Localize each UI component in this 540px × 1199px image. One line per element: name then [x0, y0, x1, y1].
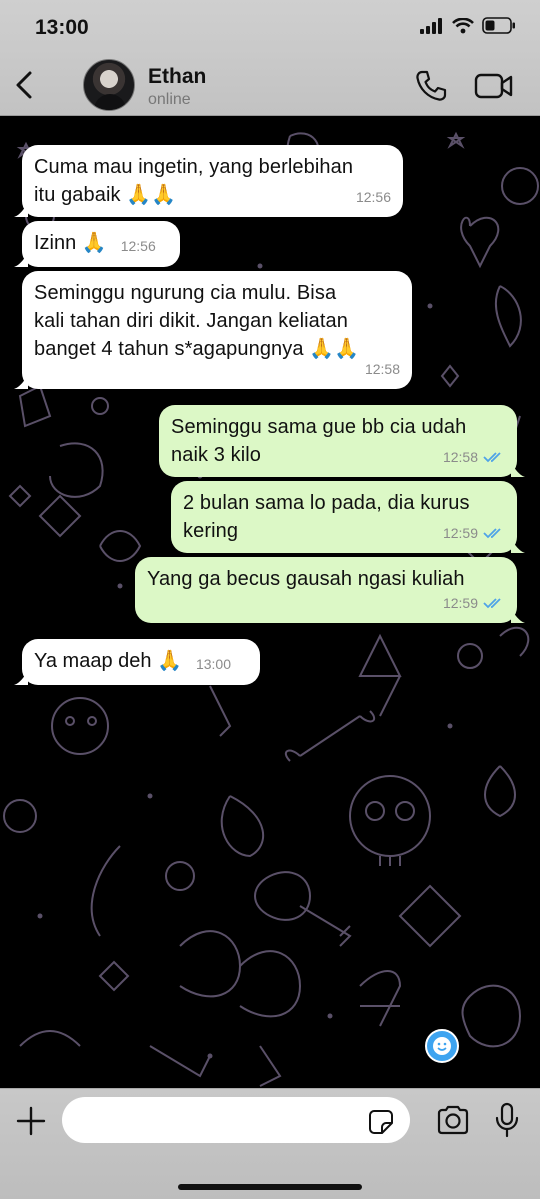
wifi-icon	[452, 17, 474, 33]
message-time: 12:56	[355, 189, 391, 205]
message-text: Izinn 🙏	[34, 232, 107, 254]
signal-icon	[420, 17, 442, 34]
message-meta: 12:56	[356, 183, 391, 211]
message-time: 12:56	[120, 238, 156, 254]
bubble-tail	[511, 463, 525, 477]
message-meta: 13:00	[196, 650, 231, 678]
avatar[interactable]	[83, 59, 135, 111]
message-time: 13:00	[195, 656, 231, 672]
message-time: 12:59	[442, 595, 478, 611]
message-text: Cuma mau ingetin, yang berlebihan itu ga…	[34, 156, 354, 206]
bubble-tail	[511, 539, 525, 553]
message-text: Seminggu ngurung cia mulu. Bisa kali tah…	[34, 282, 360, 360]
message-time: 12:59	[442, 525, 478, 541]
read-receipt-icon	[483, 452, 501, 463]
plus-icon[interactable]	[16, 1106, 46, 1136]
camera-icon[interactable]	[436, 1105, 470, 1135]
video-call-icon[interactable]	[474, 70, 514, 102]
read-receipt-icon	[483, 598, 501, 609]
chat-header: Ethan online	[0, 56, 540, 116]
microphone-icon[interactable]	[494, 1102, 520, 1138]
message-text: Ya maap deh 🙏	[34, 650, 182, 672]
status-bar: 13:00	[0, 0, 540, 56]
message-meta: 12:56	[121, 232, 156, 260]
message-outgoing[interactable]: Yang ga becus gausah ngasi kuliah 12:59	[135, 557, 525, 623]
bubble-tail	[14, 203, 28, 217]
message-meta: 12:59	[443, 519, 505, 547]
bubble-tail	[511, 609, 525, 623]
read-receipt-icon	[483, 528, 501, 539]
battery-icon	[482, 17, 515, 34]
smiley-icon	[433, 1037, 451, 1055]
message-incoming[interactable]: Ya maap deh 🙏 13:00	[14, 639, 260, 685]
back-icon[interactable]	[10, 68, 38, 102]
bubble-tail	[14, 253, 28, 267]
message-meta: 12:58	[365, 355, 400, 383]
contact-name[interactable]: Ethan	[148, 65, 206, 89]
bubble-tail	[14, 375, 28, 389]
status-icons	[420, 17, 516, 34]
message-input[interactable]	[62, 1097, 410, 1143]
sticker-icon[interactable]	[368, 1109, 394, 1135]
chat-area[interactable]: Cuma mau ingetin, yang berlebihan itu ga…	[0, 116, 540, 1088]
message-meta: 12:59	[443, 589, 505, 617]
message-incoming[interactable]: Seminggu ngurung cia mulu. Bisa kali tah…	[14, 271, 412, 389]
message-incoming[interactable]: Izinn 🙏 12:56	[14, 221, 180, 267]
home-indicator	[178, 1184, 362, 1190]
emoji-icon[interactable]	[425, 1029, 459, 1063]
message-incoming[interactable]: Cuma mau ingetin, yang berlebihan itu ga…	[14, 145, 403, 217]
message-time: 12:58	[442, 449, 478, 465]
message-outgoing[interactable]: 2 bulan sama lo pada, dia kurus kering 1…	[171, 481, 525, 553]
contact-status: online	[148, 91, 191, 108]
message-time: 12:58	[364, 361, 400, 377]
status-time: 13:00	[35, 16, 89, 39]
input-bar	[0, 1088, 540, 1199]
bubble-tail	[14, 671, 28, 685]
message-meta: 12:58	[443, 443, 505, 471]
phone-icon[interactable]	[414, 69, 448, 103]
message-outgoing[interactable]: Seminggu sama gue bb cia udah naik 3 kil…	[159, 405, 525, 477]
